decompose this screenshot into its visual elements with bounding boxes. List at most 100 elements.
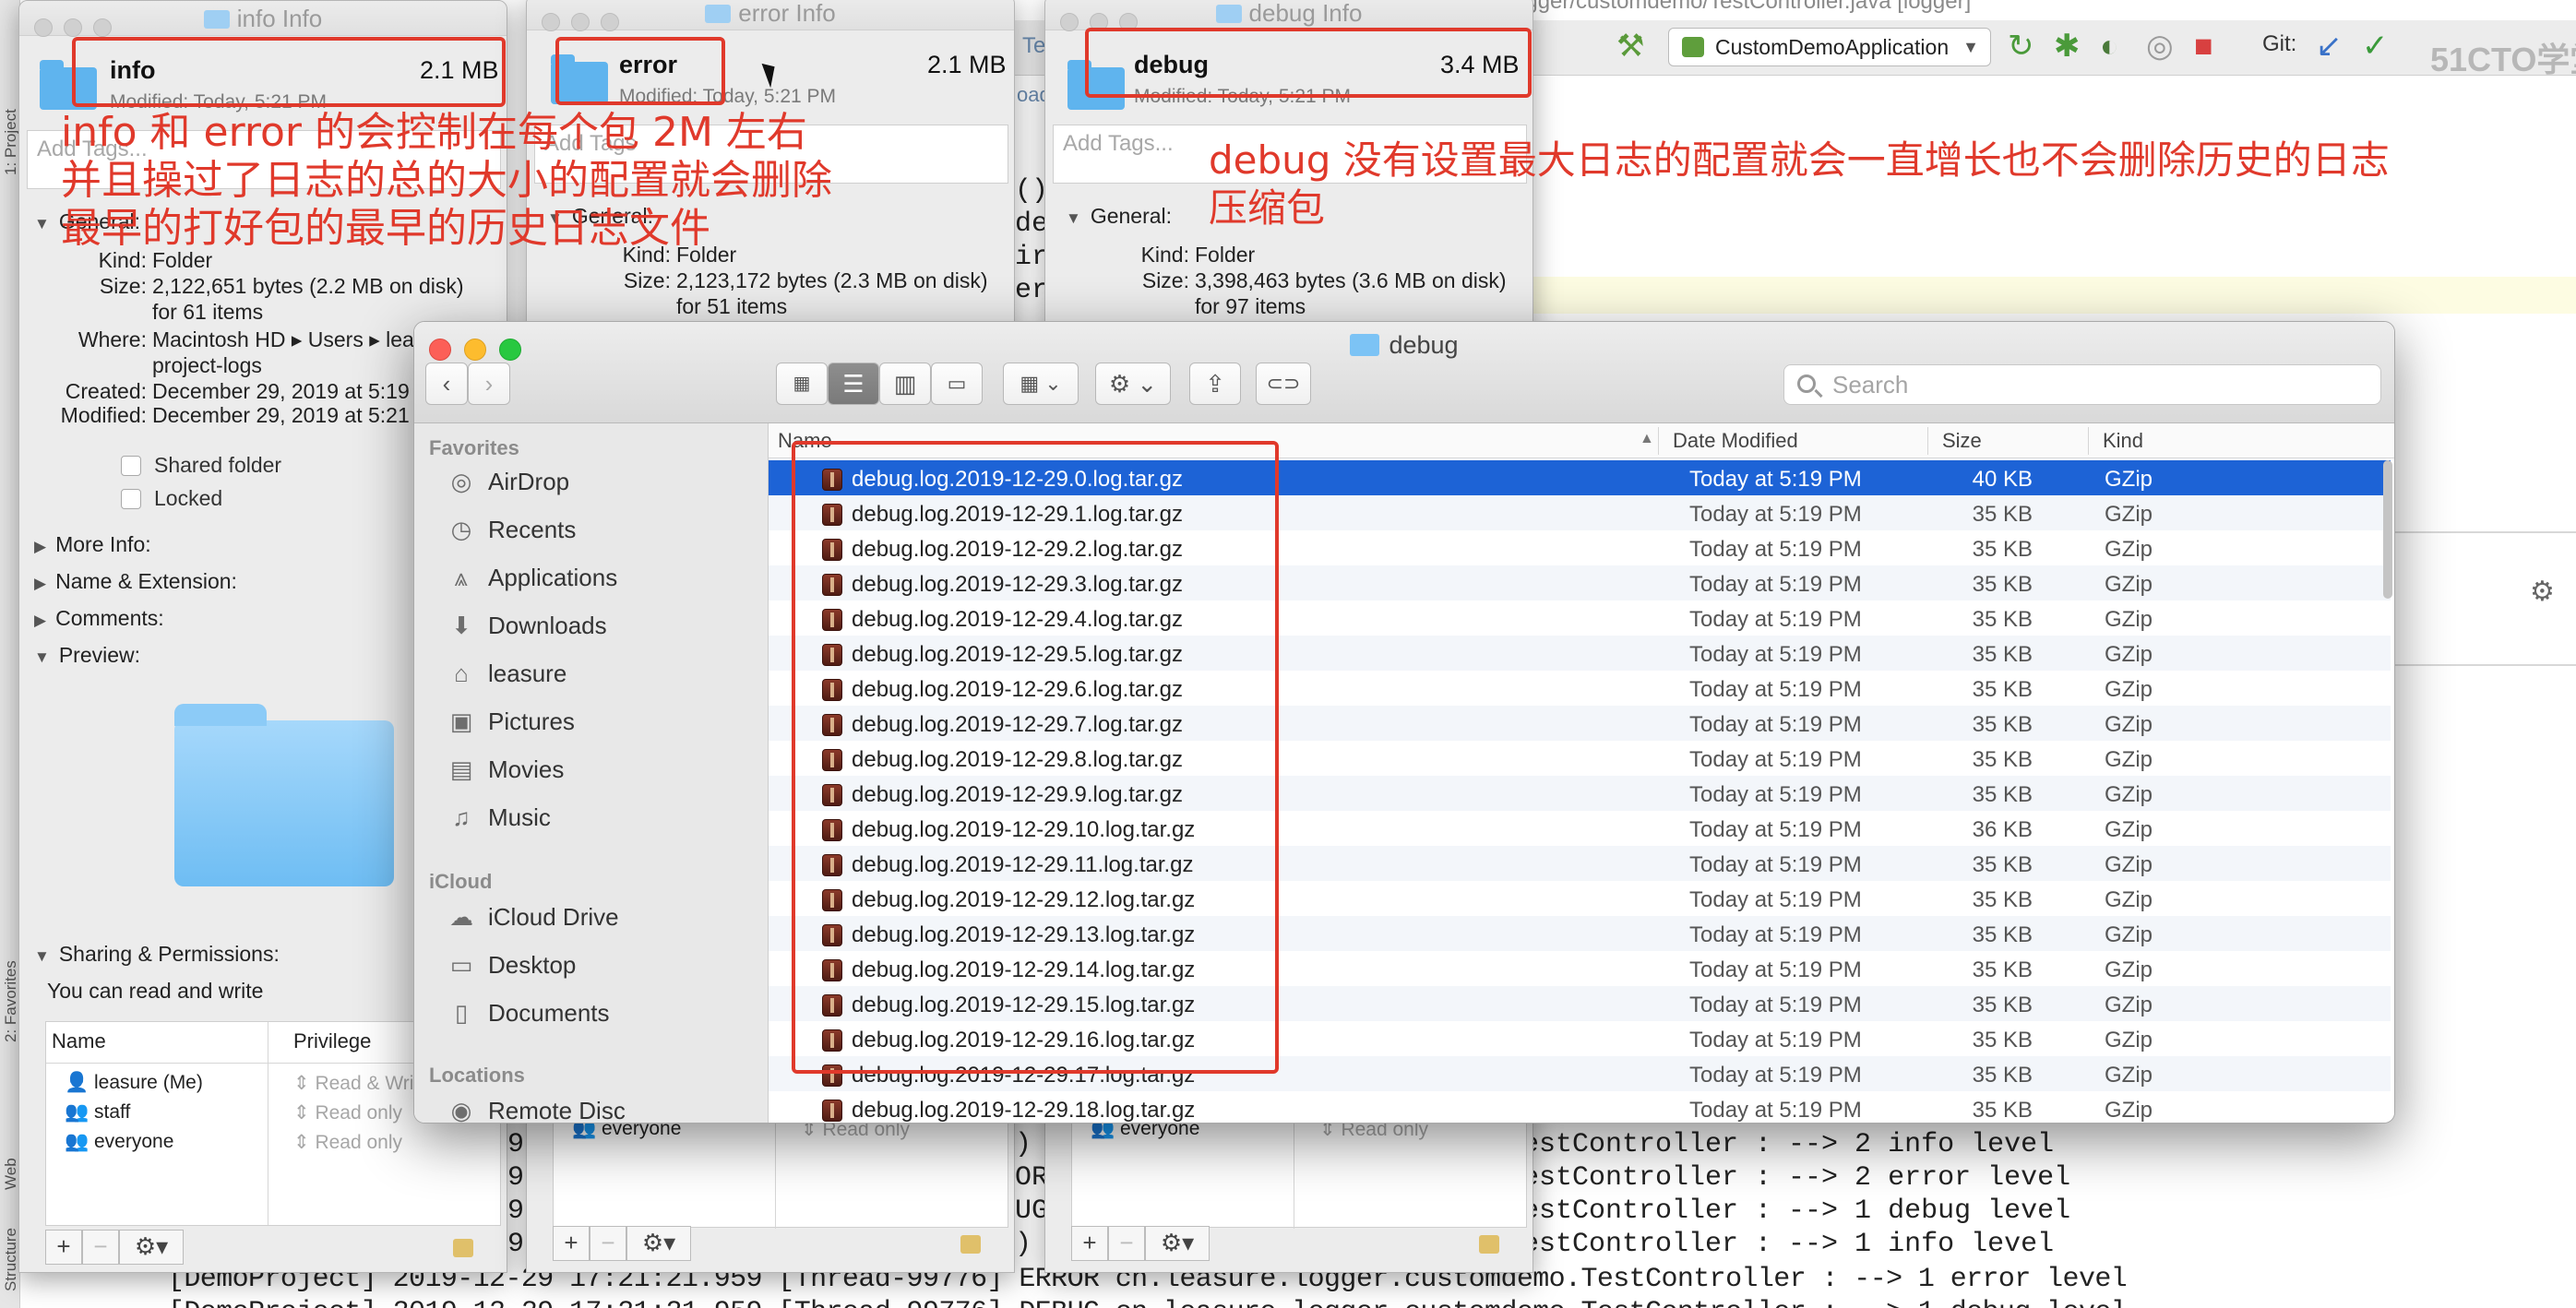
sidebar-item-remote-disc[interactable]: ◉ Remote Disc: [446, 1097, 626, 1123]
modified-label: Modified:: [60, 403, 147, 427]
zoom-button[interactable]: [601, 13, 619, 31]
file-kind: GZip: [2105, 502, 2153, 527]
git-commit-check-icon[interactable]: ✓: [2362, 28, 2389, 65]
more-info-toggle[interactable]: ▶ More Info:: [34, 532, 151, 557]
sidebar-item-applications[interactable]: ⩓ Applications: [446, 564, 618, 593]
file-kind: GZip: [2105, 817, 2153, 842]
permission-actions-gear[interactable]: ⚙▾: [1145, 1226, 1210, 1261]
preview-toggle[interactable]: ▼ Preview:: [34, 643, 140, 668]
remove-permission-button[interactable]: −: [82, 1230, 119, 1265]
lock-icon[interactable]: [1479, 1235, 1499, 1254]
add-permission-button[interactable]: +: [45, 1230, 82, 1265]
project-tool-tab[interactable]: 1: Project: [2, 109, 20, 175]
column-kind-header[interactable]: Kind: [2103, 429, 2143, 453]
structure-tool-tab[interactable]: Structure: [2, 1228, 20, 1291]
close-button[interactable]: [1060, 13, 1079, 31]
file-date-modified: Today at 5:19 PM: [1689, 712, 1862, 737]
permission-actions-gear[interactable]: ⚙▾: [119, 1230, 184, 1265]
section-label: Preview:: [58, 643, 141, 667]
permission-actions-gear[interactable]: ⚙▾: [626, 1226, 691, 1261]
close-button[interactable]: [542, 13, 560, 31]
file-size: 35 KB: [1972, 852, 2033, 877]
shared-folder-checkbox[interactable]: Shared folder: [121, 453, 281, 478]
file-row[interactable]: debug.log.2019-12-29.18.log.tar.gz Today …: [769, 1091, 2391, 1123]
console-line: [DemoProject] 2019-12-29 17:21:21.959 [T…: [168, 1297, 2128, 1308]
privilege-select[interactable]: ⇕ Read only: [293, 1131, 402, 1154]
minimize-button[interactable]: [64, 18, 82, 37]
col-name-header[interactable]: Name: [52, 1029, 106, 1053]
group-by-button[interactable]: ▦ ⌄: [1003, 363, 1079, 405]
created-label: Created:: [65, 379, 147, 403]
privilege-select[interactable]: ⇕ Read only: [293, 1101, 402, 1124]
lock-icon[interactable]: [453, 1239, 473, 1257]
settings-gear-icon[interactable]: ⚙: [2530, 576, 2555, 608]
lock-icon[interactable]: [960, 1235, 981, 1254]
music-icon: ♫: [452, 803, 471, 831]
size-label: Size:: [1141, 268, 1189, 292]
stop-icon[interactable]: ■: [2194, 28, 2213, 65]
general-section-toggle[interactable]: ▼ General:: [1066, 204, 1172, 229]
icon-view-button[interactable]: ▦: [776, 363, 828, 405]
column-view-button[interactable]: ▥: [879, 363, 931, 405]
minimize-button[interactable]: [571, 13, 590, 31]
locked-checkbox[interactable]: Locked: [121, 486, 222, 511]
col-privilege-header[interactable]: Privilege: [293, 1029, 371, 1053]
add-permission-button[interactable]: +: [553, 1226, 590, 1261]
close-button[interactable]: [34, 18, 53, 37]
comments-toggle[interactable]: ▶ Comments:: [34, 606, 164, 631]
forward-button[interactable]: ›: [468, 363, 510, 405]
perm-everyone[interactable]: 👥 everyone: [65, 1131, 173, 1153]
sidebar-item-documents[interactable]: ▯ Documents: [446, 999, 610, 1028]
ide-left-tool-strip: 1: Project 2: Favorites Web Structure: [0, 0, 20, 1308]
sidebar-item-airdrop[interactable]: ◎ AirDrop: [446, 468, 569, 496]
back-button[interactable]: ‹: [425, 363, 468, 405]
git-update-icon[interactable]: ↙: [2316, 28, 2343, 65]
perm-user-leasure[interactable]: 👤 leasure (Me): [65, 1072, 203, 1094]
perm-group-staff[interactable]: 👥 staff: [65, 1101, 130, 1124]
zoom-button[interactable]: [93, 18, 112, 37]
sidebar-item-icloud-drive[interactable]: ☁ iCloud Drive: [446, 903, 619, 932]
favorites-tool-tab[interactable]: 2: Favorites: [2, 960, 20, 1042]
console-fragment: UG: [1015, 1195, 1049, 1227]
coverage-icon[interactable]: ◐: [2100, 28, 2119, 65]
remove-permission-button[interactable]: −: [1108, 1226, 1145, 1261]
rerun-icon[interactable]: ↻: [2008, 28, 2034, 65]
file-size: 40 KB: [1972, 467, 2033, 492]
column-date-header[interactable]: Date Modified: [1673, 429, 1798, 453]
gallery-view-button[interactable]: ▭: [931, 363, 983, 405]
sidebar-item-downloads[interactable]: ⬇ Downloads: [446, 612, 607, 640]
share-button[interactable]: ⇪: [1189, 363, 1241, 405]
code-fragment: er: [1015, 275, 1049, 306]
run-configuration-select[interactable]: CustomDemoApplication ▼: [1668, 28, 1991, 66]
sidebar-item-music[interactable]: ♫ Music: [446, 803, 551, 832]
column-size-header[interactable]: Size: [1942, 429, 1982, 453]
name-extension-toggle[interactable]: ▶ Name & Extension:: [34, 569, 237, 594]
tag-button[interactable]: ⊂⊃: [1256, 363, 1311, 405]
profiler-icon[interactable]: ◎: [2146, 28, 2174, 65]
chevron-down-icon: ▼: [1962, 38, 1979, 56]
action-gear-button[interactable]: ⚙ ⌄: [1095, 363, 1171, 405]
sharing-permissions-toggle[interactable]: ▼ Sharing & Permissions:: [34, 942, 280, 967]
add-permission-button[interactable]: +: [1071, 1226, 1108, 1261]
size-value: 2,123,172 bytes (2.3 MB on disk): [676, 268, 988, 292]
annotation-left-line-2: 并且操过了日志的总的大小的配置就会删除: [61, 157, 832, 204]
sidebar-item-leasure[interactable]: ⌂ leasure: [446, 660, 566, 688]
debug-bug-icon[interactable]: ✱: [2054, 28, 2081, 65]
code-fragment: (): [1015, 175, 1049, 207]
privilege-select[interactable]: ⇕ Read & Writ: [293, 1072, 419, 1095]
search-input[interactable]: Search: [1783, 364, 2381, 405]
section-label: More Info:: [55, 532, 151, 556]
remove-permission-button[interactable]: −: [590, 1226, 626, 1261]
sidebar-item-pictures[interactable]: ▣ Pictures: [446, 708, 575, 736]
build-hammer-icon[interactable]: ⚒: [1616, 28, 1644, 65]
web-tool-tab[interactable]: Web: [2, 1158, 20, 1190]
vertical-scrollbar[interactable]: [2383, 460, 2392, 599]
sidebar-item-recents[interactable]: ◷ Recents: [446, 516, 577, 544]
list-view-button[interactable]: ☰: [828, 363, 879, 405]
editor-tab-fragment[interactable]: Te: [1022, 33, 1045, 59]
annotation-left-line-3: 最早的打好包的最早的历史日志文件: [61, 205, 710, 252]
sidebar-item-desktop[interactable]: ▭ Desktop: [446, 951, 577, 980]
sidebar-item-movies[interactable]: ▤ Movies: [446, 755, 565, 784]
console-fragment: 9: [507, 1229, 525, 1260]
window-title: error Info: [738, 0, 836, 27]
